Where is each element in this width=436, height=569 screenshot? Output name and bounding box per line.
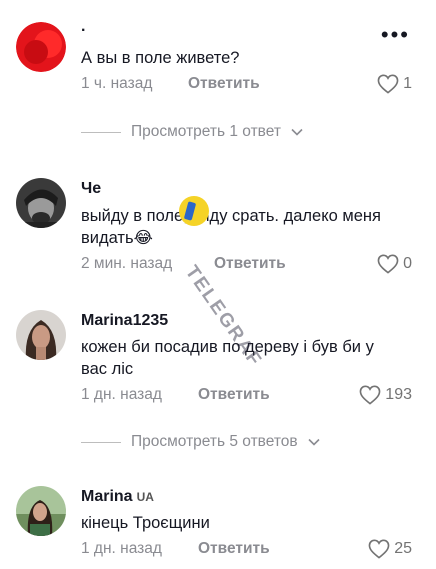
heart-icon: [359, 385, 381, 405]
avatar[interactable]: [16, 178, 66, 228]
telegraf-logo-icon: [179, 196, 209, 226]
more-options-icon[interactable]: •••: [381, 24, 410, 46]
like-count: 193: [385, 386, 412, 403]
heart-icon: [377, 254, 399, 274]
reply-button[interactable]: Ответить: [214, 255, 286, 273]
view-replies-label: Просмотреть 1 ответ: [131, 123, 281, 140]
reply-button[interactable]: Ответить: [198, 386, 270, 404]
like-count: 0: [403, 255, 412, 272]
heart-icon: [368, 539, 390, 559]
like-count: 25: [394, 540, 412, 557]
username-text: Marina: [81, 488, 133, 505]
comment-2: Че выйду в поле, сяду срать. далеко меня…: [0, 170, 436, 280]
reply-button[interactable]: Ответить: [198, 540, 270, 558]
comment-time: 2 мин. назад: [81, 255, 173, 272]
like-button[interactable]: 193: [359, 385, 412, 405]
comment-username[interactable]: .: [81, 18, 85, 36]
like-button[interactable]: 0: [377, 254, 412, 274]
comment-username[interactable]: Че: [81, 180, 101, 198]
like-button[interactable]: 25: [368, 539, 412, 559]
comment-text: кінець Троєщини: [81, 514, 210, 532]
country-badge: UA: [136, 490, 154, 504]
comment-time: 1 дн. назад: [81, 540, 162, 557]
chevron-down-icon: [308, 438, 320, 446]
comment-4: Marina UA кінець Троєщини 1 дн. назад Отв…: [0, 476, 436, 569]
like-count: 1: [403, 75, 412, 92]
view-replies-label: Просмотреть 5 ответов: [131, 433, 298, 450]
avatar[interactable]: [16, 22, 66, 72]
divider-line: [81, 131, 121, 133]
comment-username[interactable]: Marina1235: [81, 312, 168, 330]
view-replies-button[interactable]: Просмотреть 5 ответов: [81, 433, 320, 451]
comment-1: . ••• А вы в поле живете? 1 ч. назад Отв…: [0, 0, 436, 130]
comment-username[interactable]: Marina UA: [81, 488, 154, 506]
comment-text: А вы в поле живете?: [81, 49, 240, 67]
view-replies-button[interactable]: Просмотреть 1 ответ: [81, 123, 303, 141]
comment-text: выйду в поле, сяду срать. далеко меня ви…: [81, 207, 381, 247]
divider-line: [81, 441, 121, 443]
avatar[interactable]: [16, 486, 66, 536]
comment-time: 1 дн. назад: [81, 386, 162, 403]
like-button[interactable]: 1: [377, 74, 412, 94]
comment-time: 1 ч. назад: [81, 75, 153, 92]
avatar[interactable]: [16, 310, 66, 360]
chevron-down-icon: [291, 128, 303, 136]
heart-icon: [377, 74, 399, 94]
reply-button[interactable]: Ответить: [188, 75, 260, 93]
